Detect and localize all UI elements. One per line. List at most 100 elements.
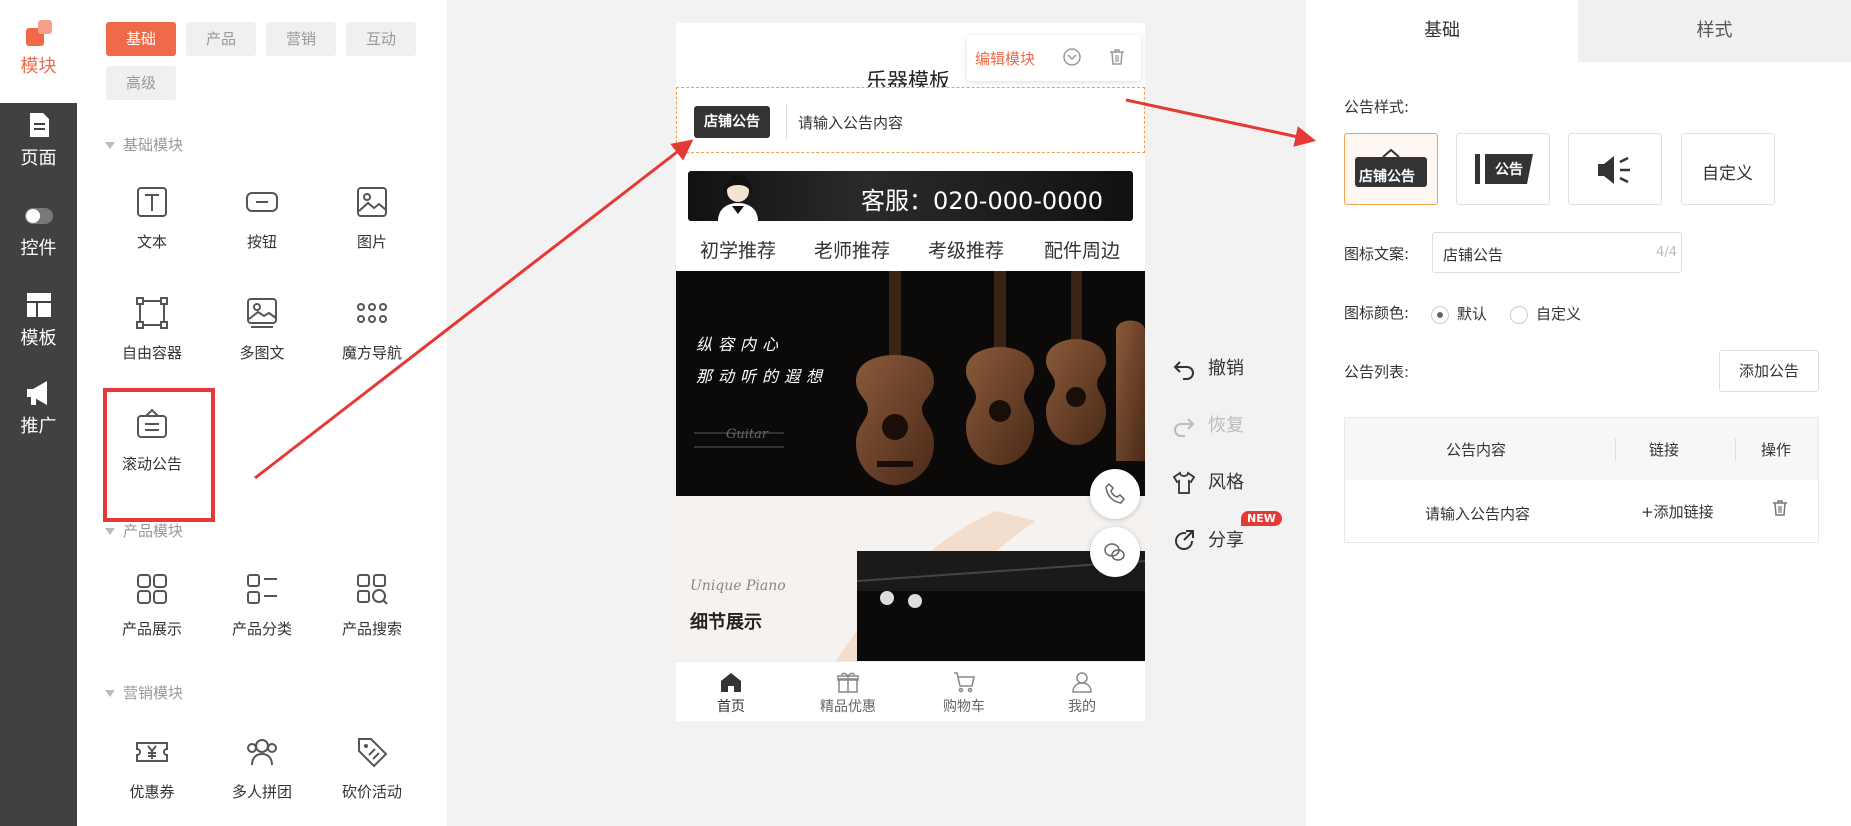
tab-basic-settings[interactable]: 基础 [1306, 0, 1578, 62]
wechat-float-button[interactable] [1090, 527, 1140, 577]
section-title[interactable]: 营销模块 [105, 682, 183, 703]
category-item[interactable]: 配件周边 [1044, 236, 1120, 263]
tab-label: 购物车 [943, 699, 985, 715]
module-product-search[interactable]: 产品搜索 [322, 572, 422, 639]
category-list-icon [247, 574, 277, 604]
style-option-notice[interactable]: 公告 [1456, 133, 1550, 205]
section-title[interactable]: 产品模块 [105, 520, 183, 541]
module-product-display[interactable]: 产品展示 [102, 572, 202, 639]
share-label: 分享 [1208, 530, 1244, 551]
new-badge: NEW [1241, 511, 1282, 526]
style-button[interactable]: 风格 [1172, 468, 1244, 495]
nav-item-pages[interactable]: 页面 [0, 110, 77, 170]
module-multi-image-text[interactable]: 多图文 [212, 296, 312, 363]
module-free-container[interactable]: 自由容器 [102, 296, 202, 363]
tab-advanced[interactable]: 高级 [106, 66, 176, 100]
radio-icon [1510, 305, 1528, 324]
module-group-buy[interactable]: 多人拼团 [212, 735, 312, 802]
nav-label: 推广 [20, 416, 57, 437]
tab-home[interactable]: 首页 [686, 670, 776, 716]
product-grid-icon [137, 574, 167, 604]
chevron-down-icon[interactable] [1062, 47, 1082, 67]
redo-button[interactable]: 恢复 [1172, 411, 1244, 438]
tab-mine[interactable]: 我的 [1037, 670, 1127, 716]
search-icon [357, 574, 388, 605]
settings-panel: 基础 样式 公告样式: 店铺公告 公告 自定义 图标文案: 店铺公告 4/4 图… [1306, 0, 1851, 826]
add-notice-button[interactable]: 添加公告 [1719, 350, 1819, 392]
style-option-custom[interactable]: 自定义 [1681, 133, 1775, 205]
notice-list-label: 公告列表: [1344, 363, 1410, 381]
color-custom-radio[interactable]: 自定义 [1510, 303, 1581, 324]
category-item[interactable]: 考级推荐 [928, 236, 1004, 263]
detail-section[interactable]: Unique Piano 细节展示 [676, 496, 1145, 661]
module-label: 砍价活动 [341, 783, 402, 801]
undo-icon [1173, 361, 1194, 380]
guitar-banner[interactable]: 纵容内心 那动听的遐想 Guitar [676, 271, 1145, 496]
module-coupon[interactable]: 优惠券 [102, 735, 202, 802]
color-default-radio[interactable]: 默认 [1431, 303, 1487, 324]
module-label: 产品分类 [231, 620, 292, 638]
module-text[interactable]: 文本 [102, 185, 202, 252]
nav-item-templates[interactable]: 模板 [0, 290, 77, 350]
module-label: 自由容器 [121, 344, 182, 362]
module-label: 产品展示 [121, 620, 182, 638]
price-tag-icon [358, 738, 388, 768]
column-header: 操作 [1761, 441, 1792, 459]
tab-basic[interactable]: 基础 [106, 22, 176, 56]
module-icon [25, 20, 52, 46]
nav-label: 控件 [20, 238, 57, 259]
module-label: 魔方导航 [341, 344, 402, 362]
tab-label: 首页 [717, 699, 745, 715]
tab-style-settings[interactable]: 样式 [1578, 0, 1851, 62]
tab-marketing[interactable]: 营销 [266, 22, 336, 56]
trash-icon[interactable] [1770, 498, 1790, 518]
tab-deals[interactable]: 精品优惠 [803, 670, 893, 716]
style-label: 自定义 [1702, 164, 1753, 184]
style-option-shop-notice[interactable]: 店铺公告 [1344, 133, 1438, 205]
button-icon [246, 192, 278, 212]
category-item[interactable]: 老师推荐 [814, 236, 890, 263]
notice-module[interactable]: 店铺公告 请输入公告内容 [676, 87, 1145, 153]
nav-label: 模板 [20, 328, 57, 349]
people-icon [247, 739, 277, 766]
module-label: 产品搜索 [341, 620, 402, 638]
coupon-icon [136, 742, 168, 762]
undo-label: 撤销 [1208, 358, 1244, 379]
module-cube-nav[interactable]: 魔方导航 [322, 296, 422, 363]
wechat-icon [1104, 543, 1125, 561]
module-label: 优惠券 [129, 783, 175, 801]
multi-image-icon [247, 298, 277, 328]
image-icon [357, 187, 387, 217]
nav-item-promotion[interactable]: 推广 [0, 378, 77, 438]
shirt-icon [1172, 471, 1196, 494]
module-bargain[interactable]: 砍价活动 [322, 735, 422, 802]
gift-icon [837, 672, 859, 693]
nav-item-controls[interactable]: 控件 [0, 200, 77, 260]
module-button[interactable]: 按钮 [212, 185, 312, 252]
tab-product[interactable]: 产品 [186, 22, 256, 56]
module-product-category[interactable]: 产品分类 [212, 572, 312, 639]
icon-text-input[interactable]: 店铺公告 4/4 [1432, 232, 1682, 273]
nav-label: 页面 [20, 148, 57, 169]
text-icon [137, 187, 167, 217]
tab-label: 精品优惠 [820, 699, 876, 715]
service-banner[interactable]: 客服：020-000-0000 [688, 171, 1133, 221]
trash-icon[interactable] [1107, 47, 1127, 67]
cart-icon [954, 672, 975, 693]
share-button[interactable]: 分享 [1172, 526, 1244, 553]
module-image[interactable]: 图片 [322, 185, 422, 252]
phone-float-button[interactable] [1090, 469, 1140, 519]
edit-module-button[interactable]: 编辑模块 [975, 48, 1035, 69]
tab-cart[interactable]: 购物车 [919, 670, 1009, 716]
column-header: 链接 [1649, 441, 1680, 459]
add-link-button[interactable]: +添加链接 [1641, 501, 1714, 522]
nav-item-modules[interactable]: 模块 [0, 18, 77, 78]
undo-button[interactable]: 撤销 [1172, 354, 1244, 381]
section-title[interactable]: 基础模块 [105, 134, 183, 155]
category-item[interactable]: 初学推荐 [700, 236, 776, 263]
style-option-speaker[interactable] [1568, 133, 1662, 205]
tab-interaction[interactable]: 互动 [346, 22, 416, 56]
template-icon [26, 293, 51, 317]
notice-text: 请输入公告内容 [798, 114, 904, 132]
row-content[interactable]: 请输入公告内容 [1425, 503, 1530, 524]
